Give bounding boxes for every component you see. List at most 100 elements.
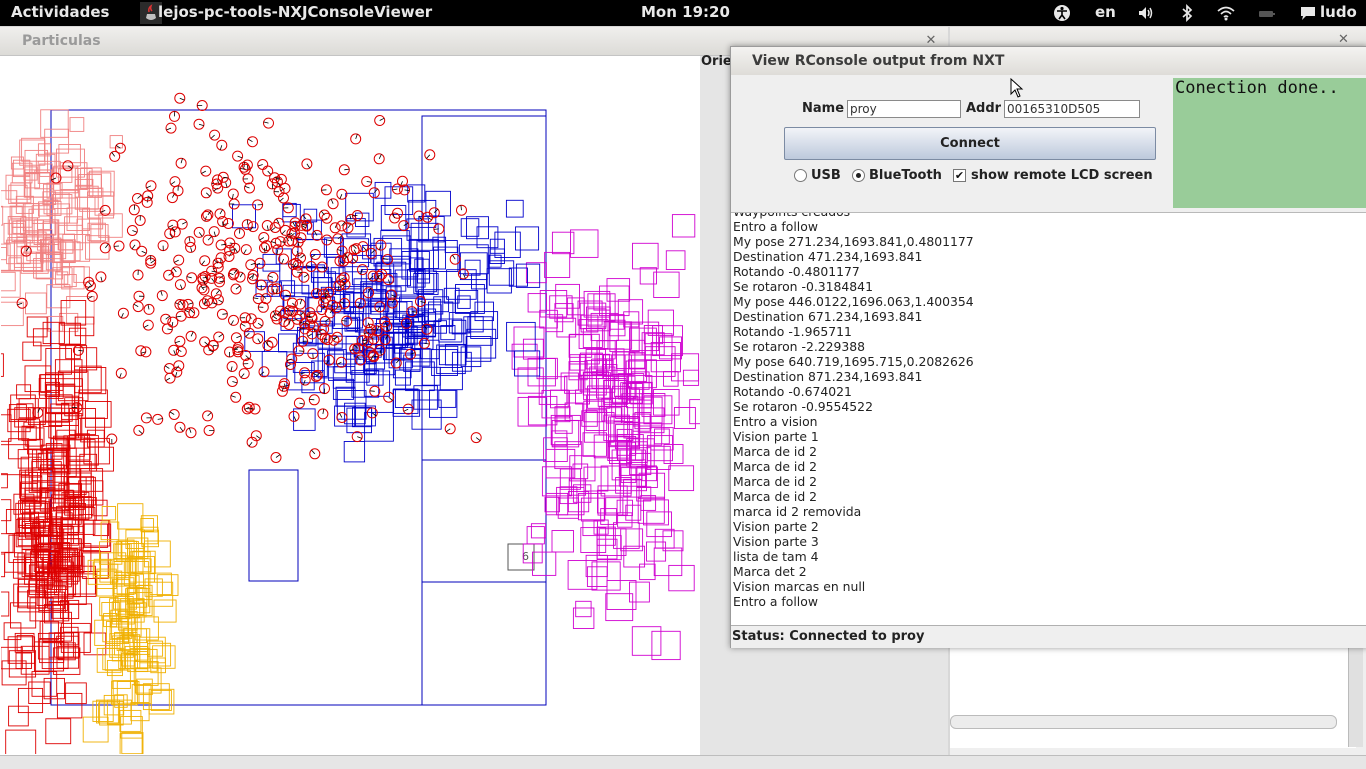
particle-heading — [208, 413, 212, 416]
particle-square — [1, 500, 11, 521]
particle-square — [150, 573, 172, 595]
console-line: My pose 446.0122,1696.063,1.400354 — [733, 294, 974, 309]
particle-heading — [240, 273, 243, 277]
particle-square — [61, 301, 86, 326]
particle-heading — [208, 237, 212, 241]
show-lcd-label[interactable]: show remote LCD screen — [971, 168, 1153, 183]
particle-heading — [105, 244, 108, 248]
bluetooth-icon[interactable] — [1177, 3, 1197, 23]
console-line: Marca de id 2 — [733, 474, 974, 489]
particle-square — [581, 528, 606, 553]
particle-heading — [180, 427, 183, 431]
name-field[interactable] — [847, 100, 961, 118]
volume-icon[interactable] — [1136, 3, 1156, 23]
particle-heading — [236, 286, 240, 289]
user-menu[interactable]: ludo — [1320, 3, 1357, 21]
particle-heading — [175, 341, 180, 342]
console-line: marca id 2 removida — [733, 504, 974, 519]
particle-square — [90, 447, 114, 471]
particle-square — [458, 296, 471, 309]
particle-square — [490, 239, 504, 253]
particle-heading — [253, 274, 254, 279]
particle-heading — [222, 314, 227, 315]
particle-heading — [277, 250, 278, 255]
particle-square — [509, 268, 527, 286]
particle-square — [1, 302, 23, 325]
particle-heading — [253, 298, 258, 299]
particle-square — [46, 349, 72, 375]
console-line: Entro a follow — [733, 594, 974, 609]
particle-square — [1, 272, 15, 291]
particle-square — [393, 390, 420, 417]
connect-button[interactable]: Connect — [784, 127, 1156, 160]
show-lcd-checkbox[interactable]: ✔ — [953, 169, 966, 182]
addr-field[interactable] — [1004, 100, 1140, 118]
usb-label[interactable]: USB — [811, 168, 841, 183]
particle-square — [412, 400, 441, 429]
particle-heading — [168, 225, 173, 227]
app-menu[interactable]: lejos-pc-tools-NXJConsoleViewer — [158, 3, 432, 21]
particle-heading — [452, 255, 455, 259]
particle-square — [439, 319, 462, 342]
console-line: Marca de id 2 — [733, 489, 974, 504]
wifi-icon[interactable] — [1216, 3, 1236, 23]
particle-heading — [245, 186, 250, 188]
particle-heading — [101, 277, 102, 282]
console-line: Marca de id 2 — [733, 444, 974, 459]
particle-square — [344, 442, 364, 462]
particle-square — [11, 603, 36, 628]
bluetooth-radio[interactable] — [852, 169, 865, 182]
particle-heading — [134, 304, 138, 306]
particle-heading — [379, 154, 381, 159]
bluetooth-label[interactable]: BlueTooth — [869, 168, 942, 183]
particle-square — [1, 271, 20, 297]
particle-heading — [189, 428, 191, 433]
particle-heading — [308, 334, 312, 337]
console-line: Se rotaron -0.9554522 — [733, 399, 974, 414]
rconsole-titlebar[interactable]: View RConsole output from NXT — [731, 47, 1366, 75]
window-title: View RConsole output from NXT — [752, 53, 1004, 69]
particle-circle — [302, 159, 312, 169]
battery-icon[interactable] — [1257, 3, 1277, 23]
close-icon[interactable]: ✕ — [1338, 32, 1349, 47]
particle-square — [145, 579, 162, 596]
particle-heading — [218, 180, 220, 185]
particle-square — [576, 601, 591, 616]
particle-heading — [241, 324, 245, 327]
console-line: Vision parte 3 — [733, 534, 974, 549]
name-label: Name — [802, 101, 844, 116]
activities-button[interactable]: Actividades — [11, 3, 109, 21]
status-text: Status: Connected to proy — [732, 629, 924, 644]
particle-heading — [246, 333, 250, 337]
keyboard-language[interactable]: en — [1095, 3, 1116, 21]
particle-square — [526, 263, 546, 283]
particle-heading — [380, 118, 385, 120]
particle-square — [648, 310, 673, 335]
particle-heading — [165, 366, 169, 369]
console-line: Vision parte 2 — [733, 519, 974, 534]
particle-square — [11, 183, 31, 203]
particle-square — [445, 344, 466, 365]
particle-heading — [331, 199, 333, 204]
particle-heading — [147, 198, 148, 203]
horizontal-scrollbar[interactable] — [950, 715, 1337, 729]
particle-heading — [187, 277, 192, 278]
clock[interactable]: Mon 19:20 — [641, 3, 730, 21]
particle-heading — [321, 211, 324, 215]
particle-square — [26, 293, 47, 314]
remote-lcd-screen: Conection done.. — [1173, 78, 1366, 208]
console-output[interactable]: Waypoints creadosEntro a followMy pose 2… — [731, 212, 1366, 625]
bottom-bar — [0, 755, 1366, 769]
background-list-area[interactable] — [950, 647, 1356, 748]
chat-icon[interactable] — [1298, 3, 1318, 23]
particle-heading — [17, 303, 22, 305]
vertical-scrollbar[interactable] — [1348, 647, 1363, 747]
accessibility-icon[interactable] — [1052, 3, 1072, 23]
particle-heading — [353, 258, 357, 262]
particle-heading — [89, 282, 92, 286]
particle-square — [6, 730, 36, 754]
particle-heading — [120, 373, 122, 378]
console-line: Rotando -0.4801177 — [733, 264, 974, 279]
particle-heading — [258, 165, 263, 167]
usb-radio[interactable] — [794, 169, 807, 182]
